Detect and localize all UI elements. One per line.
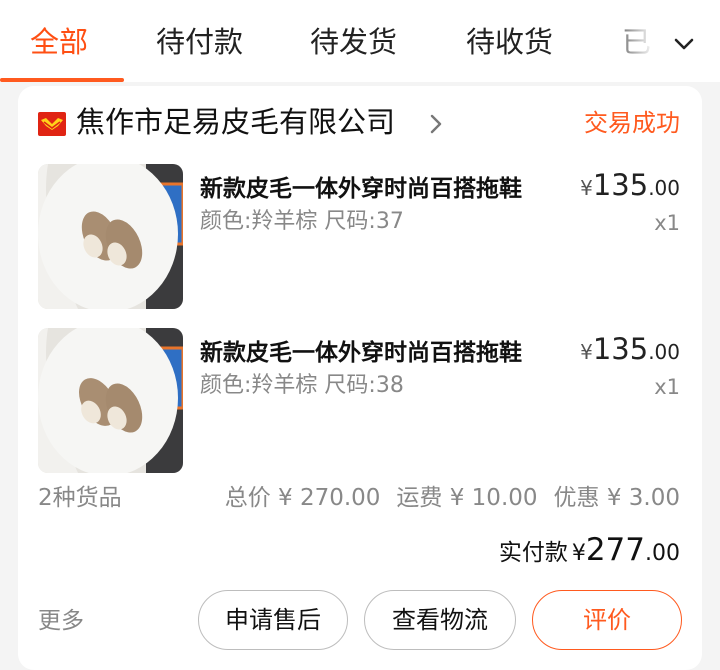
paid-decimal: .00 bbox=[645, 541, 680, 566]
currency-symbol: ¥ bbox=[571, 541, 586, 566]
shop-header[interactable]: 焦作市足易皮毛有限公司 交易成功 bbox=[18, 86, 702, 160]
after-sale-button[interactable]: 申请售后 bbox=[198, 590, 348, 650]
order-summary: 2种货品 总价 ¥ 270.00 运费 ¥ 10.00 优惠 ¥ 3.00 bbox=[18, 480, 702, 516]
product-price: ¥135.00 bbox=[580, 332, 680, 366]
currency-symbol: ¥ bbox=[580, 176, 593, 200]
shop-name[interactable]: 焦作市足易皮毛有限公司 bbox=[76, 102, 395, 142]
view-logistics-button[interactable]: 查看物流 bbox=[364, 590, 516, 650]
order-card: 焦作市足易皮毛有限公司 交易成功 新款皮毛一体外穿时尚百搭拖鞋 颜色:羚羊棕 尺… bbox=[18, 86, 702, 670]
order-status: 交易成功 bbox=[584, 109, 680, 137]
product-title[interactable]: 新款皮毛一体外穿时尚百搭拖鞋 bbox=[200, 172, 560, 206]
product-price: ¥135.00 bbox=[580, 168, 680, 202]
price-integer: 135 bbox=[592, 168, 649, 202]
shop-logo-icon bbox=[38, 112, 66, 136]
order-item[interactable]: 新款皮毛一体外穿时尚百搭拖鞋 颜色:羚羊棕 尺码:37 ¥135.00 x1 bbox=[18, 164, 702, 310]
tab-pending-shipment[interactable]: 待发货 bbox=[310, 22, 397, 62]
product-title[interactable]: 新款皮毛一体外穿时尚百搭拖鞋 bbox=[200, 336, 560, 370]
total-price: 总价 ¥ 270.00 bbox=[224, 485, 381, 511]
paid-amount: 实付款 ¥277.00 bbox=[499, 532, 680, 568]
more-link[interactable]: 更多 bbox=[38, 604, 84, 638]
tabs-fade bbox=[600, 10, 720, 76]
order-item[interactable]: 新款皮毛一体外穿时尚百搭拖鞋 颜色:羚羊棕 尺码:38 ¥135.00 x1 bbox=[18, 328, 702, 474]
price-integer: 135 bbox=[592, 332, 649, 366]
chevron-right-icon[interactable] bbox=[426, 110, 446, 138]
paid-label: 实付款 bbox=[498, 540, 568, 566]
product-sku: 颜色:羚羊棕 尺码:38 bbox=[200, 373, 404, 398]
tab-all[interactable]: 全部 bbox=[30, 22, 88, 62]
fee-breakdown: 总价 ¥ 270.00 运费 ¥ 10.00 优惠 ¥ 3.00 bbox=[209, 480, 680, 516]
tab-pending-receipt[interactable]: 待收货 bbox=[466, 22, 553, 62]
tab-pending-payment[interactable]: 待付款 bbox=[156, 22, 243, 62]
review-button[interactable]: 评价 bbox=[532, 590, 682, 650]
active-tab-indicator bbox=[0, 78, 124, 82]
chevron-down-icon[interactable] bbox=[668, 28, 700, 60]
product-quantity: x1 bbox=[654, 211, 680, 235]
currency-symbol: ¥ bbox=[580, 340, 593, 364]
product-image[interactable] bbox=[38, 328, 183, 473]
product-image[interactable] bbox=[38, 164, 183, 309]
price-decimal: .00 bbox=[648, 176, 680, 200]
product-quantity: x1 bbox=[654, 375, 680, 399]
product-sku: 颜色:羚羊棕 尺码:37 bbox=[200, 209, 404, 234]
price-decimal: .00 bbox=[648, 340, 680, 364]
discount: 优惠 ¥ 3.00 bbox=[553, 485, 680, 511]
shipping-fee: 运费 ¥ 10.00 bbox=[396, 485, 538, 511]
order-tabs: 全部 待付款 待发货 待收货 已 bbox=[0, 0, 720, 82]
item-count: 2种货品 bbox=[38, 485, 122, 511]
paid-integer: 277 bbox=[585, 532, 645, 568]
